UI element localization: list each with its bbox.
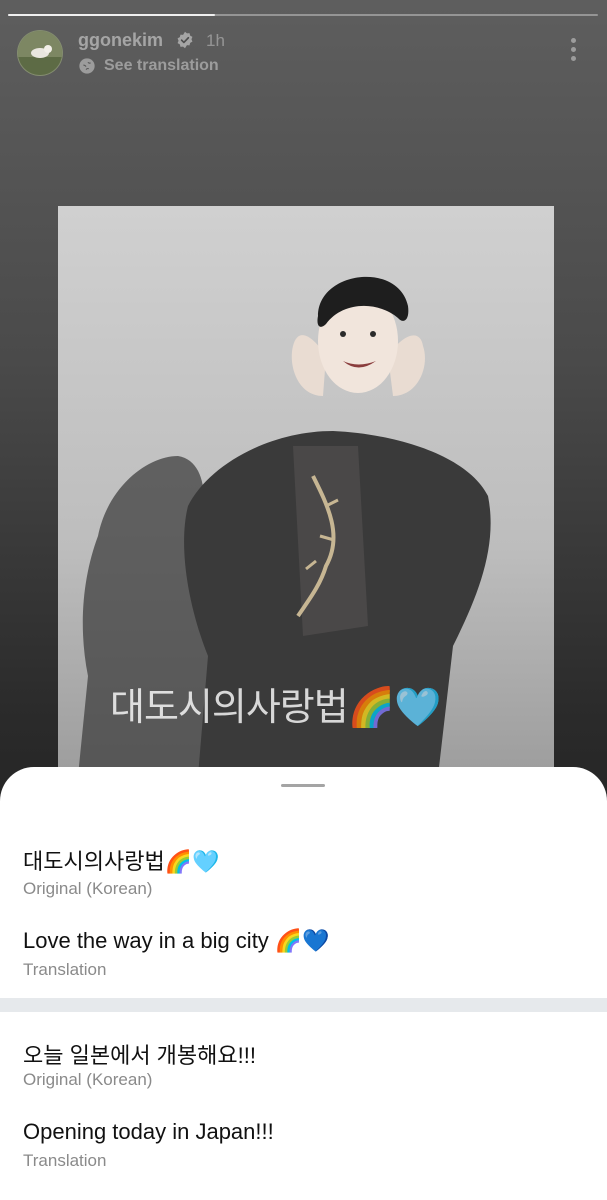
globe-translate-icon	[79, 58, 95, 74]
see-translation-button[interactable]: See translation	[78, 55, 219, 77]
verified-badge-icon	[177, 31, 193, 49]
more-vertical-icon[interactable]	[566, 38, 580, 64]
translation-label-2: Translation	[23, 1151, 107, 1170]
see-translation-label: See translation	[104, 57, 219, 74]
story-progress-bar	[8, 14, 598, 16]
original-language-label-1: Original (Korean)	[23, 879, 153, 898]
story-progress-fill	[8, 14, 215, 16]
username[interactable]: ggonekim	[78, 30, 163, 51]
translation-bottom-sheet: 대도시의사랑법🌈🩵 Original (Korean) Love the way…	[0, 767, 607, 1200]
photo-caption-overlay: 대도시의사랑법🌈🩵	[110, 687, 441, 729]
section-divider	[0, 998, 607, 1012]
translated-text-2: Opening today in Japan!!!	[23, 1119, 274, 1144]
original-text-1: 대도시의사랑법🌈🩵	[23, 849, 220, 874]
original-language-label-2: Original (Korean)	[23, 1070, 153, 1089]
post-time: 1h	[206, 31, 225, 50]
sheet-drag-handle[interactable]	[281, 784, 325, 787]
translation-label-1: Translation	[23, 960, 107, 979]
original-text-2: 오늘 일본에서 개봉해요!!!	[23, 1043, 256, 1068]
avatar[interactable]	[17, 30, 63, 76]
story-photo: 대도시의사랑법🌈🩵	[58, 206, 554, 776]
translated-text-1: Love the way in a big city 🌈💙	[23, 928, 330, 953]
